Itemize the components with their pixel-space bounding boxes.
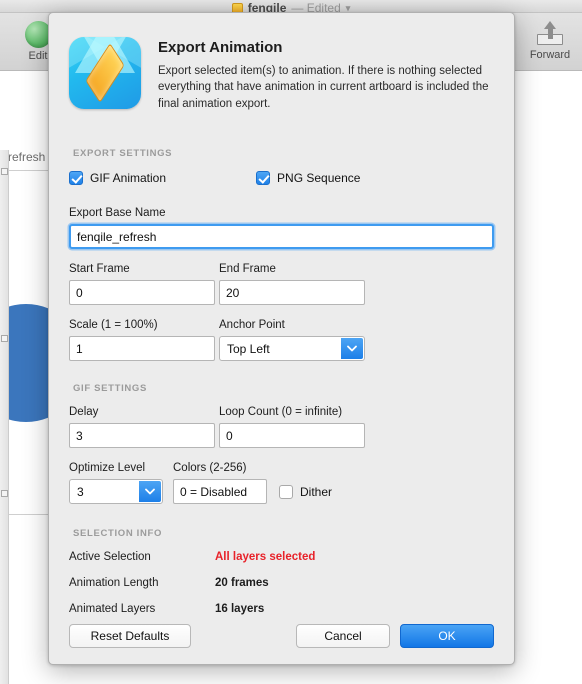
- scale-anchor-row: Scale (1 = 100%) Anchor Point Top Left: [69, 319, 494, 361]
- checkbox-gif-animation-box[interactable]: [69, 171, 83, 185]
- scale-label: Scale (1 = 100%): [69, 319, 158, 331]
- section-header-export-settings: EXPORT SETTINGS: [73, 148, 173, 159]
- cancel-button[interactable]: Cancel: [296, 624, 390, 648]
- colors-field-group: Colors (2-256): [173, 462, 267, 504]
- loop-count-field-group: Loop Count (0 = infinite): [219, 406, 365, 448]
- checkbox-gif-animation-label: GIF Animation: [90, 171, 167, 185]
- checkbox-dither-label: Dither: [300, 485, 333, 499]
- ruler-handle[interactable]: [1, 490, 8, 497]
- delay-input[interactable]: [69, 423, 215, 448]
- selection-info-list: Active Selection All layers selected Ani…: [69, 551, 494, 615]
- dialog-body: EXPORT SETTINGS GIF Animation PNG Sequen…: [49, 138, 514, 629]
- chevron-down-icon[interactable]: [341, 338, 363, 359]
- checkbox-png-sequence-label: PNG Sequence: [277, 171, 361, 185]
- reset-defaults-button[interactable]: Reset Defaults: [69, 624, 191, 648]
- checkbox-dither-box[interactable]: [279, 485, 293, 499]
- start-frame-input[interactable]: [69, 280, 215, 305]
- export-base-name-label: Export Base Name: [69, 207, 166, 219]
- ruler-handle[interactable]: [1, 168, 8, 175]
- delay-field-group: Delay: [69, 406, 215, 448]
- delay-label: Delay: [69, 406, 99, 418]
- anchor-point-value: Top Left: [227, 341, 270, 356]
- anchor-point-label: Anchor Point: [219, 319, 285, 331]
- ok-button[interactable]: OK: [400, 624, 494, 648]
- active-selection-key: Active Selection: [69, 551, 151, 563]
- section-header-selection-info: SELECTION INFO: [73, 528, 163, 539]
- optimize-level-field-group: Optimize Level 3: [69, 462, 169, 504]
- start-frame-field-group: Start Frame: [69, 263, 215, 305]
- anchor-point-field-group: Anchor Point Top Left: [219, 319, 365, 361]
- app-icon: [69, 37, 141, 109]
- ruler-handle[interactable]: [1, 335, 8, 342]
- dialog-header: Export Animation Export selected item(s)…: [49, 13, 514, 112]
- anchor-point-select[interactable]: Top Left: [219, 336, 365, 361]
- dialog-footer: Reset Defaults Cancel OK: [49, 624, 514, 648]
- end-frame-label: End Frame: [219, 263, 276, 275]
- loop-count-label: Loop Count (0 = infinite): [219, 406, 343, 418]
- scale-input[interactable]: [69, 336, 215, 361]
- checkbox-gif-animation[interactable]: GIF Animation: [69, 171, 166, 185]
- optimize-level-select[interactable]: 3: [69, 479, 163, 504]
- frame-range-row: Start Frame End Frame: [69, 263, 494, 305]
- colors-input[interactable]: [173, 479, 267, 504]
- forward-upload-icon: [535, 21, 565, 47]
- dialog-title: Export Animation: [158, 39, 283, 56]
- toolbar-forward-label: Forward: [529, 49, 571, 61]
- checkbox-png-sequence[interactable]: PNG Sequence: [256, 171, 360, 185]
- selection-info-row: Animated Layers 16 layers: [69, 603, 494, 615]
- colors-label: Colors (2-256): [173, 462, 247, 474]
- active-selection-value: All layers selected: [215, 551, 316, 563]
- optimize-colors-row: Optimize Level 3 Colors (2-256) Dither: [69, 462, 494, 504]
- end-frame-input[interactable]: [219, 280, 365, 305]
- animation-length-value: 20 frames: [215, 577, 269, 589]
- delay-loop-row: Delay Loop Count (0 = infinite): [69, 406, 494, 448]
- end-frame-field-group: End Frame: [219, 263, 365, 305]
- checkbox-dither[interactable]: Dither: [279, 485, 332, 504]
- selection-info-row: Animation Length 20 frames: [69, 577, 494, 589]
- dialog-description: Export selected item(s) to animation. If…: [158, 65, 489, 110]
- export-base-name-input[interactable]: [69, 224, 494, 249]
- chevron-down-icon[interactable]: [139, 481, 161, 502]
- optimize-level-label: Optimize Level: [69, 462, 146, 474]
- animation-length-key: Animation Length: [69, 577, 159, 589]
- checkbox-png-sequence-box[interactable]: [256, 171, 271, 185]
- loop-count-input[interactable]: [219, 423, 365, 448]
- toolbar-button-forward[interactable]: Forward: [518, 21, 582, 61]
- selection-info-row: Active Selection All layers selected: [69, 551, 494, 563]
- animated-layers-key: Animated Layers: [69, 603, 156, 615]
- section-header-gif-settings: GIF SETTINGS: [73, 383, 147, 394]
- vertical-ruler: [0, 150, 9, 684]
- export-animation-dialog: Export Animation Export selected item(s)…: [48, 12, 515, 665]
- export-base-name-field-group: Export Base Name: [69, 207, 494, 249]
- animated-layers-value: 16 layers: [215, 603, 265, 615]
- optimize-level-value: 3: [77, 484, 84, 499]
- export-format-checkbox-row: GIF Animation PNG Sequence: [69, 171, 494, 185]
- scale-field-group: Scale (1 = 100%): [69, 319, 215, 361]
- start-frame-label: Start Frame: [69, 263, 130, 275]
- canvas-layer-label: refresh: [8, 150, 46, 164]
